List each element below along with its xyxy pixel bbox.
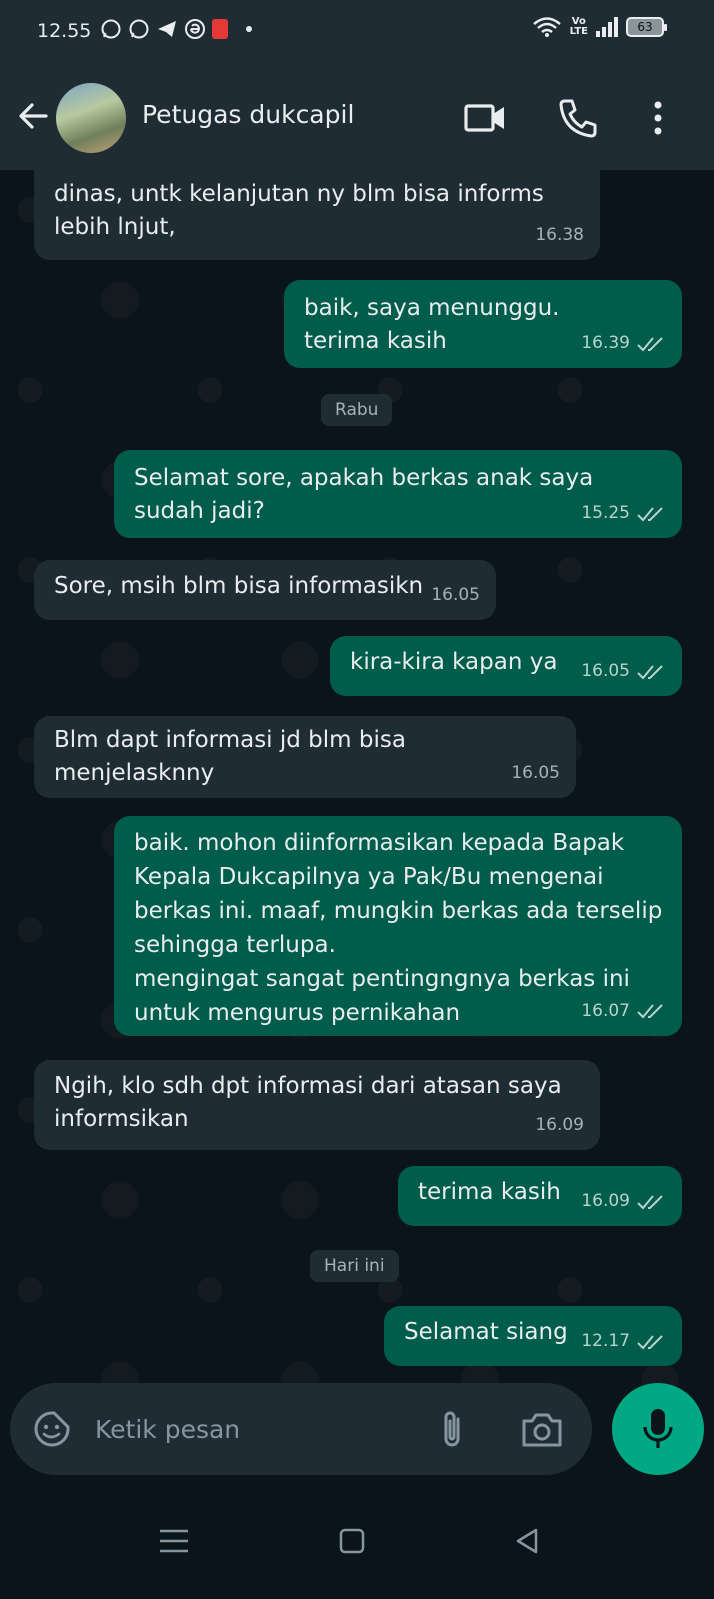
message-meta: 16.38 [535, 219, 584, 252]
e-app-notification-icon [184, 18, 206, 40]
message-time: 16.38 [535, 225, 584, 245]
back-nav-icon[interactable] [506, 1519, 550, 1563]
wifi-icon [532, 17, 561, 37]
voice-message-button[interactable] [612, 1383, 704, 1475]
message-meta: 16.09 [535, 1109, 584, 1142]
message-meta: 15.25 [581, 497, 666, 530]
status-time: 12.55 [37, 20, 92, 42]
message-meta: 16.39 [581, 327, 666, 360]
message-time: 16.05 [511, 763, 560, 783]
recent-apps-icon[interactable] [152, 1519, 196, 1563]
system-navigation-bar [0, 1483, 714, 1599]
volte-label: Vo LTE [569, 16, 588, 37]
message-text: Sore, msih blm bisa informasikn [54, 573, 424, 599]
message-time: 12.17 [581, 1331, 630, 1351]
microphone-icon [643, 1409, 673, 1448]
message-input[interactable] [93, 1405, 417, 1453]
message-text: dinas, untk kelanjutan ny blm bisa infor… [54, 181, 544, 240]
message-time: 16.09 [535, 1115, 584, 1135]
camera-icon[interactable] [520, 1409, 564, 1449]
battery-icon: 63 [626, 17, 667, 37]
message-time: 16.07 [581, 1001, 630, 1021]
double-check-icon [637, 1194, 663, 1209]
outgoing-message[interactable]: baik, saya menunggu. terima kasih 16.39 [284, 280, 682, 368]
message-text: Ngih, klo sdh dpt informasi dari atasan … [54, 1073, 562, 1132]
message-time: 16.09 [581, 1191, 630, 1211]
status-indicators: Vo LTE 63 [532, 16, 667, 38]
voice-call-icon[interactable] [556, 96, 600, 140]
outgoing-message[interactable]: kira-kira kapan ya 16.05 [330, 636, 682, 696]
avatar[interactable] [56, 83, 126, 153]
attachment-icon[interactable] [438, 1407, 468, 1451]
message-meta: 16.05 [431, 579, 480, 612]
chat-area[interactable]: dinas, untk kelanjutan ny blm bisa infor… [0, 170, 714, 1390]
message-time: 16.05 [431, 585, 480, 605]
message-meta: 16.05 [581, 655, 666, 688]
message-time: 16.05 [581, 661, 630, 681]
home-icon[interactable] [330, 1519, 374, 1563]
notification-icons [100, 18, 252, 40]
battery-level: 63 [637, 20, 653, 34]
chat-header: Petugas dukcapil [0, 66, 714, 170]
incoming-message[interactable]: Blm dapt informasi jd blm bisa menjelask… [34, 716, 576, 798]
pay-app-notification-icon [212, 19, 228, 39]
more-notifications-dot [246, 26, 252, 32]
incoming-message[interactable]: dinas, untk kelanjutan ny blm bisa infor… [34, 170, 600, 260]
status-bar: 12.55 Vo LTE 63 [0, 0, 714, 66]
telegram-notification-icon [156, 18, 178, 40]
outgoing-message[interactable]: terima kasih 16.09 [398, 1166, 682, 1226]
signal-icon [596, 17, 618, 37]
incoming-message[interactable]: Ngih, klo sdh dpt informasi dari atasan … [34, 1060, 600, 1150]
outgoing-message[interactable]: Selamat sore, apakah berkas anak saya su… [114, 450, 682, 538]
more-options-icon[interactable] [636, 96, 680, 140]
double-check-icon [637, 1004, 663, 1019]
double-check-icon [637, 1334, 663, 1349]
message-meta: 16.07 [581, 994, 666, 1028]
double-check-icon [637, 664, 663, 679]
sticker-emoji-icon[interactable] [32, 1409, 72, 1449]
outgoing-message[interactable]: Selamat siang 12.17 [384, 1306, 682, 1366]
back-arrow-icon[interactable] [14, 96, 54, 136]
outgoing-message[interactable]: baik. mohon diinformasikan kepada Bapak … [114, 816, 682, 1036]
message-time: 15.25 [581, 503, 630, 523]
double-check-icon [637, 506, 663, 521]
message-composer [10, 1383, 592, 1475]
date-divider: Hari ini [310, 1250, 399, 1282]
contact-name[interactable]: Petugas dukcapil [142, 100, 354, 129]
date-divider: Rabu [321, 394, 393, 426]
video-call-icon[interactable] [464, 96, 508, 140]
message-text: Blm dapt informasi jd blm bisa menjelask… [54, 727, 406, 786]
message-meta: 16.05 [511, 757, 560, 790]
whatsapp-notification-icon [128, 18, 150, 40]
double-check-icon [637, 336, 663, 351]
incoming-message[interactable]: Sore, msih blm bisa informasikn 16.05 [34, 560, 496, 620]
message-time: 16.39 [581, 333, 630, 353]
whatsapp-notification-icon [100, 18, 122, 40]
message-meta: 16.09 [581, 1185, 666, 1218]
message-meta: 12.17 [581, 1325, 666, 1358]
